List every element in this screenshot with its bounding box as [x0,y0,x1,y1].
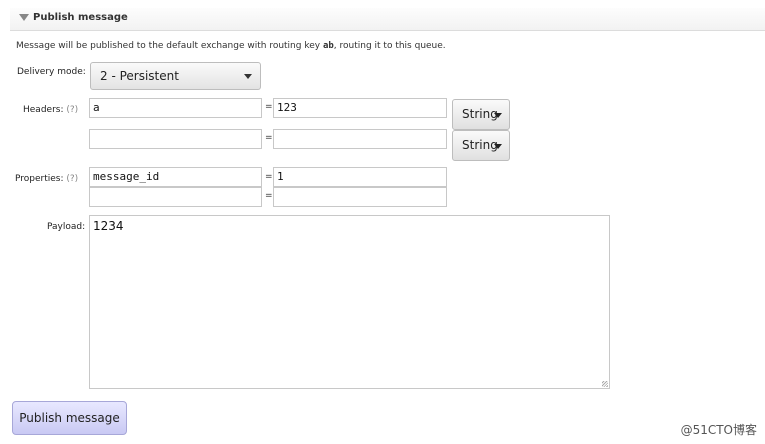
properties-help-link[interactable]: (?) [66,174,78,184]
property-value-input[interactable] [273,187,447,207]
equals-sign: = [265,102,273,112]
section-title[interactable]: Publish message [33,12,128,23]
caret-down-icon [494,113,502,118]
header-value-input[interactable]: 123 [273,98,447,118]
equals-sign: = [265,191,273,201]
publish-message-button[interactable]: Publish message [12,401,127,435]
header-type-value: String [462,107,498,121]
header-value-input[interactable] [273,129,447,149]
header-type-value: String [462,138,498,152]
header-type-select[interactable]: String [452,99,510,130]
payload-text: 1234 [93,219,124,233]
payload-textarea[interactable]: 1234 [89,215,610,389]
equals-sign: = [265,172,273,182]
delivery-mode-select[interactable]: 2 - Persistent [90,62,261,90]
headers-help-link[interactable]: (?) [66,105,78,115]
caret-down-icon [494,144,502,149]
payload-label: Payload: [47,222,86,232]
headers-label-text: Headers: [23,105,64,115]
properties-label-text: Properties: [15,174,64,184]
property-value-input[interactable]: 1 [273,167,447,187]
header-type-select[interactable]: String [452,130,510,161]
delivery-mode-value: 2 - Persistent [100,69,179,83]
property-key-input[interactable]: message_id [89,167,262,187]
chevron-down-icon [244,74,252,79]
delivery-mode-label: Delivery mode: [17,67,86,77]
description-suffix: , routing it to this queue. [333,41,446,51]
collapse-triangle-icon[interactable] [19,14,29,21]
description-prefix: Message will be published to the default… [16,41,323,51]
routing-key: ab [322,41,334,51]
routing-description: Message will be published to the default… [16,41,446,51]
property-key-input[interactable] [89,187,262,207]
equals-sign: = [265,133,273,143]
headers-label: Headers: (?) [23,105,78,115]
watermark: @51CTO博客 [680,423,757,437]
properties-label: Properties: (?) [15,174,78,184]
header-key-input[interactable] [89,129,262,149]
resize-grip-icon[interactable] [602,381,608,387]
header-key-input[interactable]: a [89,98,262,118]
